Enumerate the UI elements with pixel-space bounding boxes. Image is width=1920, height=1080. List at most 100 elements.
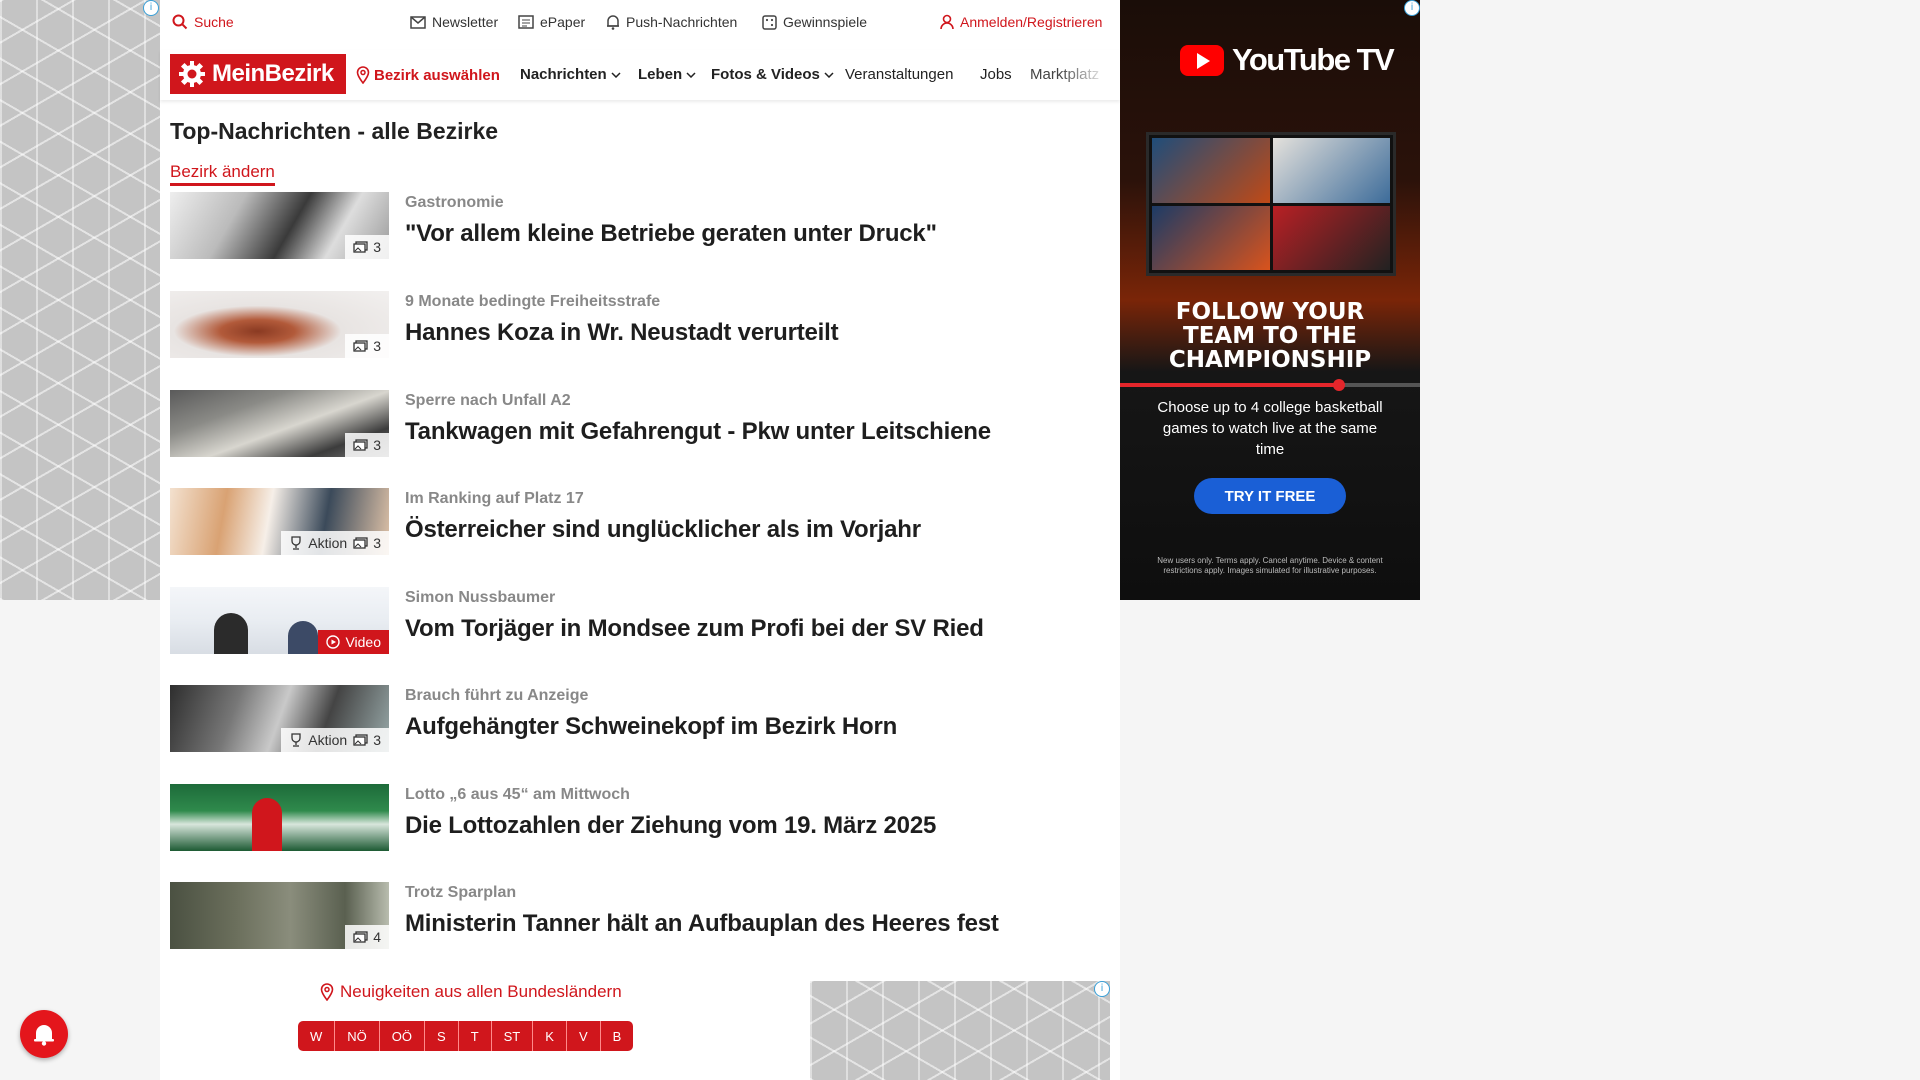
article-headline[interactable]: Vom Torjäger in Mondsee zum Profi bei de…: [405, 615, 984, 643]
photo-count: 3: [373, 437, 381, 453]
newsletter-label: Newsletter: [432, 14, 499, 30]
images-icon: [353, 340, 368, 352]
logo-gear-icon: [179, 61, 205, 87]
article-headline[interactable]: Hannes Koza in Wr. Neustadt verurteilt: [405, 319, 839, 347]
state-button-v[interactable]: V: [566, 1021, 601, 1051]
article-item[interactable]: 3 Gastronomie "Vor allem kleine Betriebe…: [170, 192, 1070, 262]
aktion-label: Aktion: [308, 535, 348, 551]
article-thumbnail[interactable]: [170, 784, 389, 851]
photo-count: 3: [373, 732, 381, 748]
photo-count: 3: [373, 338, 381, 354]
article-item[interactable]: 4 Trotz Sparplan Ministerin Tanner hält …: [170, 882, 1070, 952]
login-label: Anmelden/Registrieren: [960, 14, 1103, 30]
state-button-k[interactable]: K: [533, 1021, 567, 1051]
article-thumbnail[interactable]: Video: [170, 587, 389, 654]
article-kicker: Brauch führt zu Anzeige: [405, 687, 589, 704]
chevron-down-icon: [824, 71, 834, 78]
article-item[interactable]: 3 Sperre nach Unfall A2 Tankwagen mit Ge…: [170, 390, 1070, 460]
article-headline[interactable]: Österreicher sind unglücklicher als im V…: [405, 516, 921, 544]
state-button-st[interactable]: ST: [491, 1021, 534, 1051]
photo-count: 4: [373, 929, 381, 945]
nav-item-jobs[interactable]: Jobs: [980, 66, 1012, 83]
play-circle-icon: [326, 635, 341, 649]
state-button-t[interactable]: T: [458, 1021, 492, 1051]
state-button-noe[interactable]: NÖ: [335, 1021, 380, 1051]
article-thumbnail[interactable]: 3: [170, 291, 389, 358]
main-column: Suche Newsletter ePaper Push-Nachrichten…: [160, 0, 1120, 1080]
state-button-w[interactable]: W: [298, 1021, 336, 1051]
ad-body-text: Choose up to 4 college basketball games …: [1157, 399, 1383, 458]
article-thumbnail[interactable]: 4: [170, 882, 389, 949]
article-thumbnail[interactable]: 3: [170, 192, 389, 259]
youtube-tv-logo: YouTube TV: [1180, 42, 1395, 78]
utility-bar: Suche Newsletter ePaper Push-Nachrichten…: [160, 0, 1120, 46]
youtube-tv-ad[interactable]: i YouTube TV FOLLOW YOUR TEAM TO THE CHA…: [1120, 0, 1420, 600]
youtube-tv-brand: YouTube TV: [1232, 42, 1395, 77]
search-link[interactable]: Suche: [172, 14, 234, 30]
left-ad-banner[interactable]: i: [0, 0, 160, 600]
state-button-ooe[interactable]: OÖ: [379, 1021, 426, 1051]
login-link[interactable]: Anmelden/Registrieren: [940, 14, 1102, 30]
article-headline[interactable]: Ministerin Tanner hält an Aufbauplan des…: [405, 910, 999, 938]
select-district-button[interactable]: Bezirk auswählen: [356, 66, 500, 84]
article-headline[interactable]: Aufgehängter Schweinekopf im Bezirk Horn: [405, 713, 897, 741]
nav-scroll-fade: [1060, 58, 1120, 94]
article-thumbnail[interactable]: Aktion 3: [170, 685, 389, 752]
change-district-link[interactable]: Bezirk ändern: [170, 162, 275, 186]
article-item[interactable]: 3 9 Monate bedingte Freiheitsstrafe Hann…: [170, 291, 1070, 361]
article-headline[interactable]: Tankwagen mit Gefahrengut - Pkw unter Le…: [405, 418, 991, 446]
user-icon: [940, 14, 954, 30]
main-navigation: MeinBezirk Bezirk auswählen Nachrichten …: [160, 50, 1120, 100]
article-item[interactable]: Lotto „6 aus 45“ am Mittwoch Die Lottoza…: [170, 784, 1070, 854]
video-badge: Video: [318, 630, 389, 654]
basketball-image: [1272, 138, 1390, 203]
newsletter-link[interactable]: Newsletter: [410, 14, 498, 30]
try-it-free-button[interactable]: TRY IT FREE: [1194, 478, 1346, 514]
ad-headline: FOLLOW YOUR TEAM TO THE CHAMPIONSHIP: [1120, 300, 1420, 372]
notification-bell-button[interactable]: [20, 1010, 68, 1058]
location-pin-icon: [356, 66, 370, 84]
state-button-b[interactable]: B: [600, 1021, 634, 1051]
chevron-down-icon: [686, 71, 696, 78]
photo-count-badge: 3: [345, 433, 389, 457]
state-button-s[interactable]: S: [425, 1021, 459, 1051]
epaper-link[interactable]: ePaper: [518, 14, 585, 30]
nav-item-fotos-videos[interactable]: Fotos & Videos: [711, 66, 834, 83]
page-title: Top-Nachrichten - alle Bezirke: [170, 118, 499, 144]
ad-progress-fill: [1120, 383, 1339, 387]
raffles-link[interactable]: Gewinnspiele: [762, 14, 867, 30]
nav-item-leben[interactable]: Leben: [638, 66, 696, 83]
search-icon: [172, 14, 188, 30]
article-kicker: Gastronomie: [405, 194, 504, 211]
location-pin-icon: [320, 983, 334, 1001]
article-headline[interactable]: Die Lottozahlen der Ziehung vom 19. März…: [405, 812, 936, 840]
article-item[interactable]: Video Simon Nussbaumer Vom Torjäger in M…: [170, 587, 1070, 657]
article-thumbnail[interactable]: 3: [170, 390, 389, 457]
nav-item-label: Jobs: [980, 66, 1012, 83]
article-headline[interactable]: "Vor allem kleine Betriebe geraten unter…: [405, 220, 937, 248]
nav-item-label: Nachrichten: [520, 66, 607, 83]
search-label: Suche: [194, 14, 234, 30]
article-thumbnail[interactable]: Aktion 3: [170, 488, 389, 555]
ad-info-icon[interactable]: i: [1094, 981, 1110, 997]
ad-info-icon[interactable]: i: [1404, 0, 1420, 16]
basketball-image: [1152, 205, 1270, 270]
article-item[interactable]: Aktion 3 Brauch führt zu Anzeige Aufgehä…: [170, 685, 1070, 755]
push-notifications-link[interactable]: Push-Nachrichten: [606, 14, 737, 30]
ad-progress-handle: [1333, 379, 1345, 391]
ad-info-icon[interactable]: i: [143, 0, 159, 16]
bell-icon: [607, 15, 619, 30]
select-district-label: Bezirk auswählen: [374, 66, 500, 84]
ad-progress-bar: [1120, 379, 1420, 391]
nav-item-veranstaltungen[interactable]: Veranstaltungen: [845, 66, 953, 83]
aktion-label: Aktion: [308, 732, 348, 748]
article-item[interactable]: Aktion 3 Im Ranking auf Platz 17 Österre…: [170, 488, 1070, 558]
nav-item-label: Fotos & Videos: [711, 66, 820, 83]
nav-item-nachrichten[interactable]: Nachrichten: [520, 66, 621, 83]
photo-count-badge: 3: [345, 235, 389, 259]
bottom-ad-banner[interactable]: i: [810, 981, 1110, 1080]
all-states-link[interactable]: Neuigkeiten aus allen Bundesländern: [320, 982, 622, 1002]
raffles-label: Gewinnspiele: [783, 14, 868, 30]
meinbezirk-logo[interactable]: MeinBezirk: [170, 54, 346, 94]
photo-count: 3: [373, 535, 381, 551]
